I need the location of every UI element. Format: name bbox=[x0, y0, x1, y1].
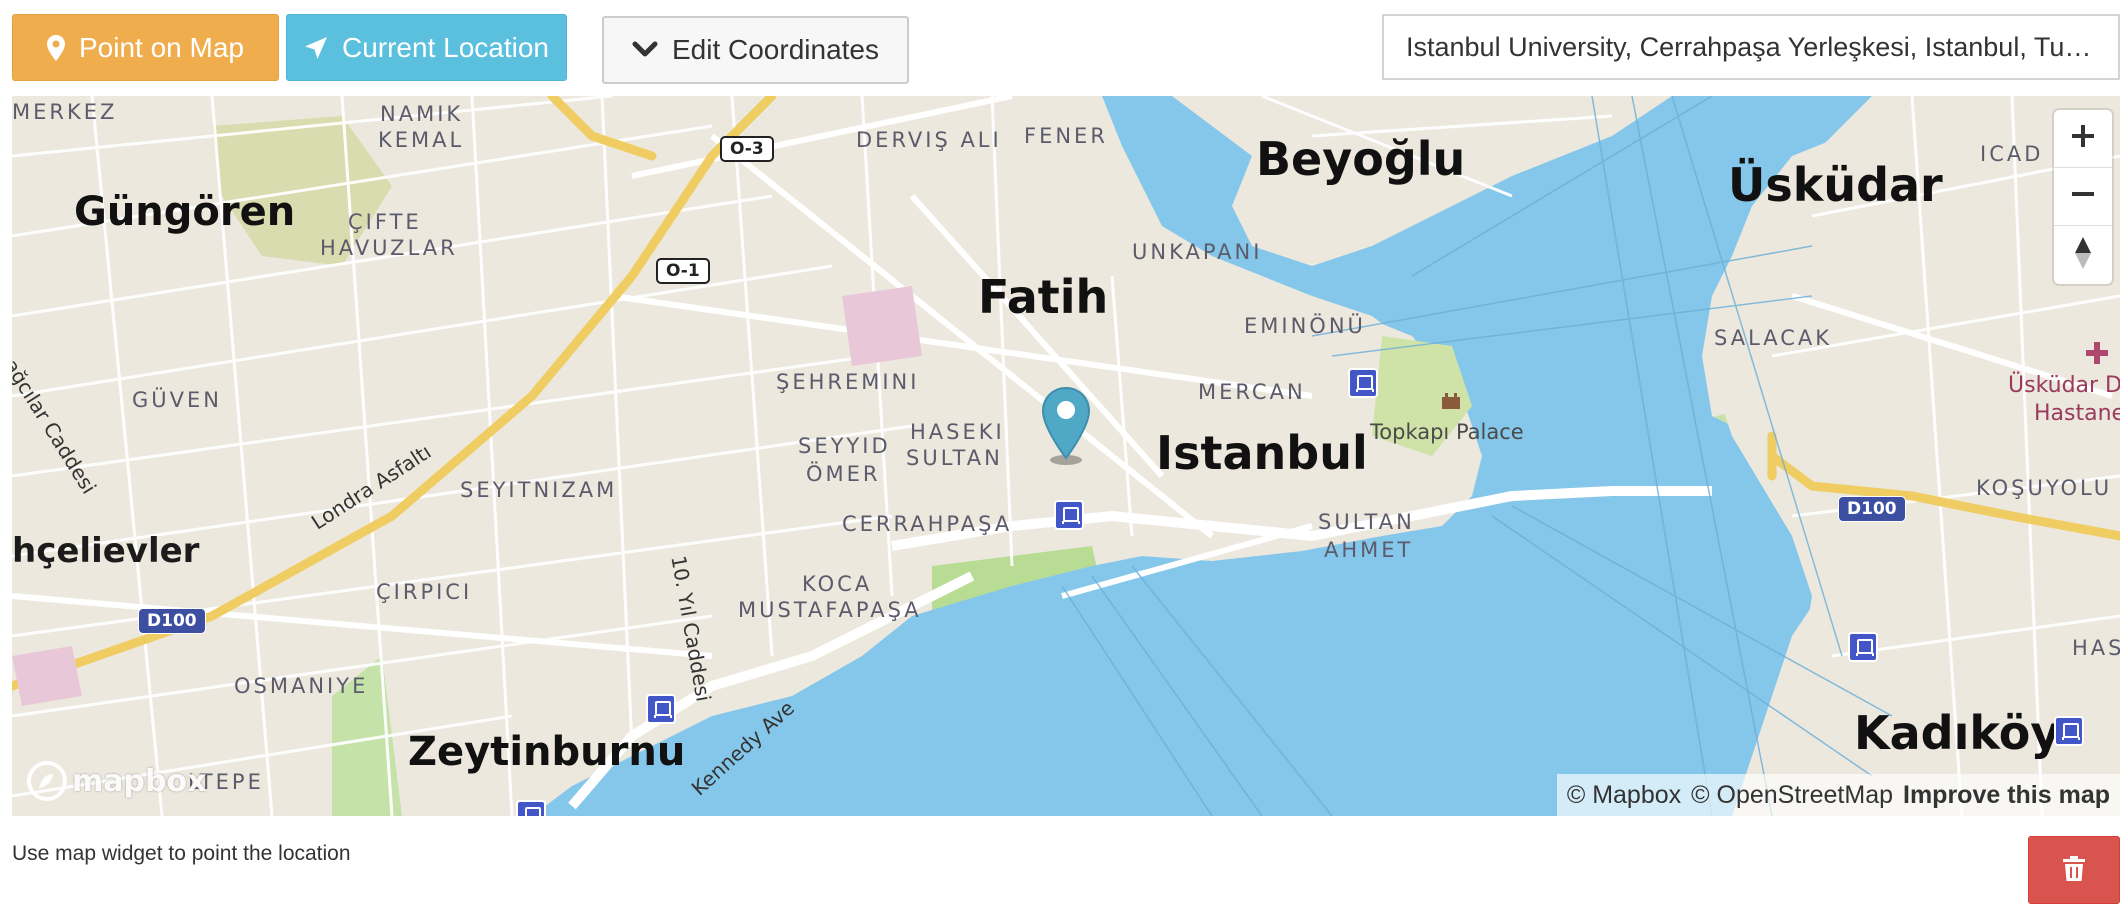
map-location-widget: Point on Map Current Location Edit Coord… bbox=[0, 0, 2128, 914]
metro-station-icon bbox=[1054, 500, 1084, 530]
shield-o1: O-1 bbox=[656, 258, 710, 284]
trash-icon bbox=[2062, 854, 2086, 887]
reset-bearing-button[interactable] bbox=[2054, 226, 2112, 284]
hood-sultan: SULTAN bbox=[906, 446, 1003, 470]
metro-station-icon bbox=[2054, 716, 2084, 746]
hospital-icon bbox=[2084, 340, 2110, 371]
zoom-out-button[interactable] bbox=[2054, 168, 2112, 226]
district-bahcelievler: hçelievler bbox=[12, 531, 200, 571]
improve-map-link[interactable]: Improve this map bbox=[1903, 781, 2110, 810]
hood-havuzlar: HAVUZLAR bbox=[320, 236, 458, 260]
compass-icon bbox=[2073, 233, 2093, 278]
metro-station-icon bbox=[646, 694, 676, 724]
poi-topkapi: Topkapı Palace bbox=[1370, 420, 1524, 444]
help-text: Use map widget to point the location bbox=[12, 842, 351, 865]
district-beyoglu: Beyoğlu bbox=[1256, 132, 1466, 186]
district-gungoren: Güngören bbox=[74, 189, 296, 235]
metro-station-icon bbox=[1848, 632, 1878, 662]
point-on-map-button[interactable]: Point on Map bbox=[12, 14, 279, 81]
shield-d100-left: D100 bbox=[138, 608, 206, 634]
hood-unkapani: UNKAPANI bbox=[1132, 240, 1263, 264]
map-canvas[interactable]: MERKEZ NAMIK KEMAL Güngören ÇIFTE HAVUZL… bbox=[12, 96, 2120, 816]
zoom-controls bbox=[2054, 110, 2112, 284]
shield-d100-right: D100 bbox=[1838, 496, 1906, 522]
hood-cirpici: ÇIRPICI bbox=[376, 580, 473, 604]
district-zeytinburnu: Zeytinburnu bbox=[408, 729, 686, 775]
edit-coordinates-label: Edit Coordinates bbox=[671, 34, 879, 65]
mapbox-logo[interactable]: mapbox bbox=[26, 760, 206, 802]
hood-eminonu: EMINÖNÜ bbox=[1244, 314, 1366, 338]
hood-kemal: KEMAL bbox=[378, 128, 465, 152]
minus-icon bbox=[2070, 181, 2096, 212]
hood-seyitnizam: SEYITNIZAM bbox=[460, 478, 618, 502]
palace-icon bbox=[1440, 388, 1462, 415]
hood-sultanahmet-2: AHMET bbox=[1324, 538, 1414, 562]
edit-coordinates-button[interactable]: Edit Coordinates bbox=[602, 16, 909, 84]
district-fatih: Fatih bbox=[978, 270, 1109, 324]
current-location-button[interactable]: Current Location bbox=[286, 14, 567, 81]
poi-hospital-line2: Hastane bbox=[2034, 401, 2120, 426]
mapbox-logo-text: mapbox bbox=[72, 763, 207, 799]
district-uskudar: Üsküdar bbox=[1728, 158, 1943, 212]
hood-mustafapasa: MUSTAFAPAŞA bbox=[738, 598, 922, 622]
address-search-input[interactable]: Istanbul University, Cerrahpaşa Yerleşke… bbox=[1382, 14, 2120, 80]
hood-guven: GÜVEN bbox=[132, 388, 222, 412]
hood-seyyid: SEYYID bbox=[798, 434, 891, 458]
hood-icad: ICAD bbox=[1980, 142, 2044, 166]
current-location-label: Current Location bbox=[341, 31, 549, 63]
hood-fener: FENER bbox=[1024, 124, 1108, 148]
hood-cifte: ÇIFTE bbox=[348, 210, 422, 234]
attribution-mapbox-link[interactable]: © Mapbox bbox=[1567, 781, 1681, 810]
hood-koca: KOCA bbox=[802, 572, 873, 596]
hood-has: HAS bbox=[2072, 636, 2120, 660]
hood-cerrahpasa: CERRAHPAŞA bbox=[842, 512, 1013, 536]
chevron-down-icon bbox=[632, 41, 658, 59]
plus-icon bbox=[2070, 123, 2096, 154]
shield-o3: O-3 bbox=[720, 136, 774, 162]
map-attribution: © Mapbox © OpenStreetMap Improve this ma… bbox=[1556, 774, 2120, 816]
district-kadikoy: Kadıköy bbox=[1854, 706, 2061, 760]
point-on-map-label: Point on Map bbox=[79, 31, 244, 63]
hood-sultanahmet-1: SULTAN bbox=[1318, 510, 1415, 534]
hood-sehremini: ŞEHREMINI bbox=[776, 370, 920, 394]
location-marker-icon[interactable] bbox=[1038, 386, 1094, 466]
metro-station-icon bbox=[1348, 368, 1378, 398]
metro-station-icon bbox=[516, 800, 546, 816]
delete-location-button[interactable] bbox=[2028, 836, 2120, 904]
district-istanbul: Istanbul bbox=[1156, 426, 1368, 480]
hood-mercan: MERCAN bbox=[1198, 380, 1306, 404]
mapbox-logo-icon bbox=[27, 761, 67, 801]
attribution-osm-link[interactable]: © OpenStreetMap bbox=[1691, 781, 1893, 810]
poi-hospital-line1: Üsküdar D bbox=[2008, 373, 2120, 398]
hood-kosuyolu: KOŞUYOLU bbox=[1976, 476, 2113, 500]
zoom-in-button[interactable] bbox=[2054, 110, 2112, 168]
hood-dervis: DERVIŞ ALI bbox=[856, 128, 1002, 152]
hood-namik: NAMIK bbox=[380, 102, 464, 126]
map-marker-icon bbox=[47, 34, 65, 61]
hood-osmaniye: OSMANIYE bbox=[234, 674, 369, 698]
hood-salacak: SALACAK bbox=[1714, 326, 1833, 350]
location-arrow-icon bbox=[304, 36, 328, 60]
hood-omer: ÖMER bbox=[806, 462, 881, 486]
hood-merkez: MERKEZ bbox=[12, 100, 118, 124]
address-search-value: Istanbul University, Cerrahpaşa Yerleşke… bbox=[1406, 31, 2096, 62]
hood-haseki: HASEKI bbox=[910, 420, 1005, 444]
